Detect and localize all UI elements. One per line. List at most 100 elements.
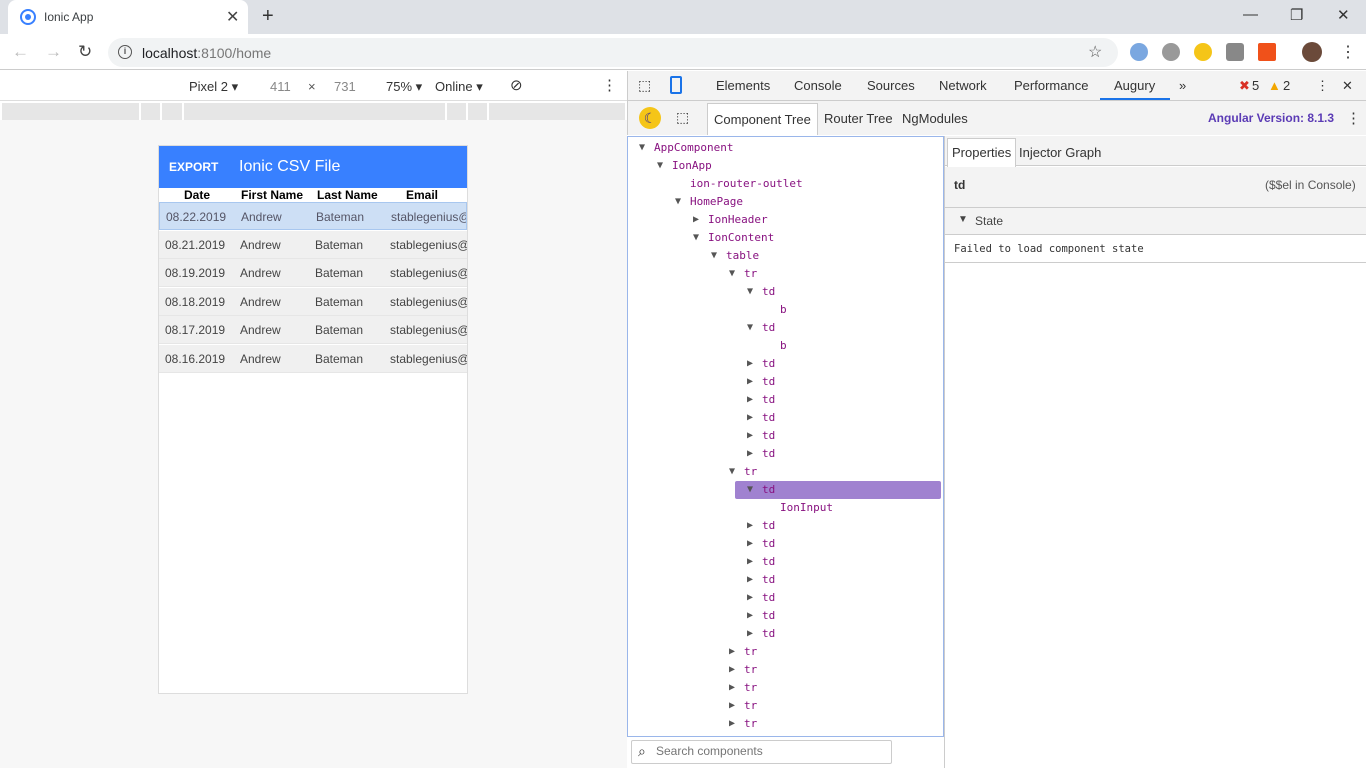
- close-devtools-icon[interactable]: ✕: [1342, 78, 1353, 94]
- expand-right-icon[interactable]: ▶: [747, 553, 753, 571]
- expand-down-icon[interactable]: ▼: [747, 481, 753, 499]
- error-icon[interactable]: ✖: [1239, 78, 1250, 94]
- more-tabs-icon[interactable]: »: [1179, 78, 1186, 93]
- expand-right-icon[interactable]: ▶: [747, 607, 753, 625]
- expand-right-icon[interactable]: ▶: [747, 427, 753, 445]
- tree-node-label: td: [762, 519, 776, 532]
- table-row[interactable]: 08.16.2019 Andrew Bateman stablegenius@: [159, 344, 467, 373]
- tab-console[interactable]: Console: [794, 78, 842, 93]
- expand-down-icon[interactable]: ▼: [747, 283, 753, 301]
- table-row[interactable]: 08.22.2019 Andrew Bateman stablegenius@: [159, 202, 467, 230]
- avatar[interactable]: [1302, 42, 1322, 62]
- tree-node[interactable]: ▼ td: [735, 481, 941, 499]
- devtools-menu-icon[interactable]: ⋮: [1316, 78, 1329, 94]
- address-bar[interactable]: i localhost:8100/home ☆: [108, 38, 1118, 67]
- expand-right-icon[interactable]: ▶: [747, 535, 753, 553]
- augury-extension-icon[interactable]: [1194, 43, 1212, 61]
- extension-icon[interactable]: [1130, 43, 1148, 61]
- expand-right-icon[interactable]: ▶: [729, 697, 735, 715]
- collapse-arrow-icon[interactable]: ▼: [958, 214, 968, 225]
- expand-right-icon[interactable]: ▶: [747, 589, 753, 607]
- expand-down-icon[interactable]: ▼: [729, 463, 735, 481]
- state-section-header[interactable]: [945, 208, 1366, 235]
- media-query-ruler[interactable]: [2, 103, 625, 120]
- tree-node-label: tr: [744, 717, 758, 730]
- error-count[interactable]: 5: [1252, 78, 1259, 93]
- device-select[interactable]: Pixel 2 ▾: [189, 79, 238, 95]
- expand-right-icon[interactable]: ▶: [729, 679, 735, 697]
- extension-icon[interactable]: [1162, 43, 1180, 61]
- more-options-icon[interactable]: ⋮: [602, 76, 617, 94]
- width-input[interactable]: 411: [270, 79, 291, 94]
- table-cell: Andrew: [240, 294, 281, 309]
- table-row[interactable]: 08.17.2019 Andrew Bateman stablegenius@: [159, 316, 467, 344]
- tab-augury[interactable]: Augury: [1114, 78, 1155, 93]
- tab-network[interactable]: Network: [939, 78, 987, 93]
- tree-node-label: table: [726, 249, 760, 262]
- table-row[interactable]: 08.19.2019 Andrew Bateman stablegenius@: [159, 259, 467, 287]
- expand-right-icon[interactable]: ▶: [729, 643, 735, 661]
- close-tab-icon[interactable]: ✕: [226, 7, 239, 27]
- network-select[interactable]: Online ▾: [435, 79, 483, 95]
- reload-button[interactable]: ↻: [78, 42, 92, 62]
- search-components-input[interactable]: [656, 744, 886, 758]
- new-tab-button[interactable]: +: [262, 5, 274, 28]
- table-cell: Bateman: [315, 323, 364, 337]
- info-icon[interactable]: i: [118, 45, 132, 59]
- expand-right-icon[interactable]: ▶: [747, 355, 753, 373]
- close-window-button[interactable]: ✕: [1337, 6, 1350, 24]
- tab-router-tree[interactable]: Router Tree: [818, 103, 899, 135]
- extension-icon[interactable]: [1258, 43, 1276, 61]
- table-cell: 08.22.2019: [166, 210, 227, 224]
- url-text: localhost:8100/home: [142, 45, 272, 61]
- expand-right-icon[interactable]: ▶: [747, 409, 753, 427]
- tab-injector-graph[interactable]: Injector Graph: [1019, 145, 1101, 160]
- expand-right-icon[interactable]: ▶: [729, 661, 735, 679]
- expand-down-icon[interactable]: ▼: [729, 265, 735, 283]
- expand-right-icon[interactable]: ▶: [747, 571, 753, 589]
- minimize-button[interactable]: —: [1243, 6, 1258, 23]
- expand-right-icon[interactable]: ▶: [747, 517, 753, 535]
- angular-extension-icon[interactable]: [1226, 43, 1244, 61]
- table-row[interactable]: 08.18.2019 Andrew Bateman stablegenius@: [159, 287, 467, 316]
- expand-right-icon[interactable]: ▶: [747, 445, 753, 463]
- expand-down-icon[interactable]: ▼: [693, 229, 699, 247]
- expand-right-icon[interactable]: ▶: [729, 715, 735, 733]
- browser-toolbar: ← → ↻ i localhost:8100/home ☆ ⋮: [0, 34, 1366, 70]
- tree-node-label: td: [762, 429, 776, 442]
- tab-component-tree[interactable]: Component Tree: [707, 103, 818, 135]
- device-toggle-icon[interactable]: [670, 76, 682, 94]
- select-component-icon[interactable]: ⬚: [676, 109, 689, 126]
- expand-right-icon[interactable]: ▶: [747, 391, 753, 409]
- state-message: Failed to load component state: [954, 243, 1144, 255]
- augury-menu-icon[interactable]: ⋮: [1346, 109, 1361, 127]
- zoom-select[interactable]: 75% ▾: [386, 79, 422, 95]
- tab-elements[interactable]: Elements: [716, 78, 770, 93]
- forward-button[interactable]: →: [45, 42, 62, 62]
- expand-right-icon[interactable]: ▶: [747, 625, 753, 643]
- back-button[interactable]: ←: [12, 42, 29, 62]
- tab-ngmodules[interactable]: NgModules: [896, 103, 974, 135]
- browser-tab[interactable]: Ionic App ✕: [8, 0, 248, 34]
- bookmark-star-icon[interactable]: ☆: [1088, 42, 1102, 62]
- menu-icon[interactable]: ⋮: [1340, 42, 1356, 62]
- expand-down-icon[interactable]: ▼: [711, 247, 717, 265]
- restore-button[interactable]: ❐: [1290, 6, 1303, 24]
- expand-right-icon[interactable]: ▶: [747, 373, 753, 391]
- rotate-icon[interactable]: ⊘: [510, 76, 523, 94]
- expand-down-icon[interactable]: ▼: [747, 319, 753, 337]
- tab-properties[interactable]: Properties: [947, 138, 1017, 167]
- expand-right-icon[interactable]: ▶: [693, 211, 699, 229]
- expand-down-icon[interactable]: ▼: [675, 193, 681, 211]
- warning-icon[interactable]: ▲: [1268, 78, 1281, 93]
- export-button[interactable]: EXPORT: [169, 160, 218, 174]
- tab-performance[interactable]: Performance: [1014, 78, 1088, 93]
- expand-down-icon[interactable]: ▼: [639, 139, 645, 157]
- warning-count[interactable]: 2: [1283, 78, 1290, 93]
- table-row[interactable]: 08.21.2019 Andrew Bateman stablegenius@: [159, 230, 467, 259]
- expand-down-icon[interactable]: ▼: [657, 157, 663, 175]
- inspect-element-icon[interactable]: ⬚: [638, 77, 651, 94]
- height-input[interactable]: 731: [334, 79, 356, 94]
- tab-sources[interactable]: Sources: [867, 78, 915, 93]
- search-components: ⌕: [631, 740, 892, 764]
